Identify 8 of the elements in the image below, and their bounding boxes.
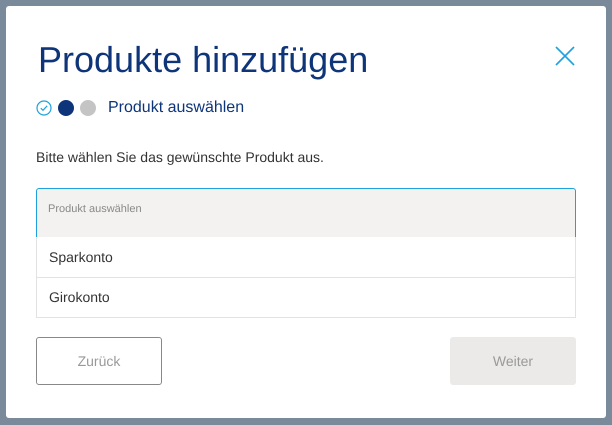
dropdown-option[interactable]: Sparkonto (37, 237, 575, 277)
product-select[interactable]: Produkt auswählen (36, 188, 576, 237)
dropdown-option[interactable]: Girokonto (37, 277, 575, 317)
step-label: Produkt auswählen (108, 98, 244, 118)
back-button[interactable]: Zurück (36, 337, 162, 385)
dialog-title: Produkte hinzufügen (38, 38, 368, 82)
instruction-text: Bitte wählen Sie das gewünschte Produkt aus. (36, 148, 325, 167)
close-icon[interactable] (555, 46, 575, 66)
